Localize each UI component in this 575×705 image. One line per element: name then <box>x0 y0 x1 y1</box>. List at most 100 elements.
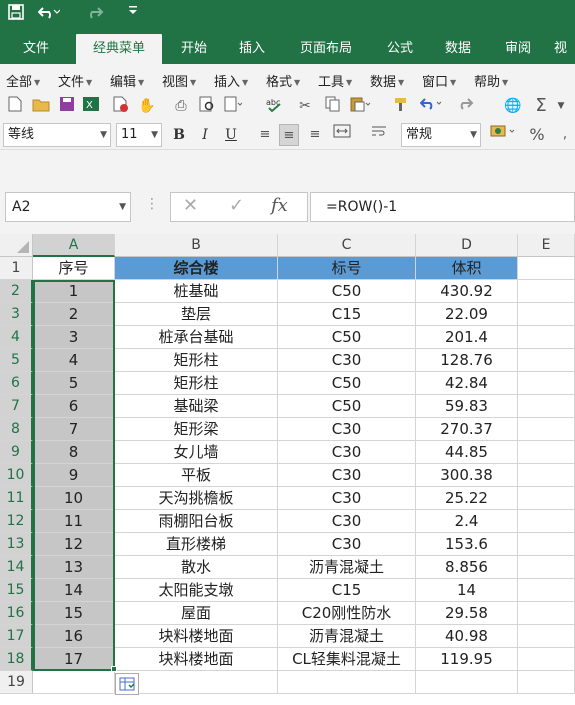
table-cell[interactable]: 4 <box>33 349 115 372</box>
menu-insert[interactable]: 插入 ▼ <box>214 71 248 90</box>
row-header[interactable]: 5 <box>0 349 33 372</box>
empty-cell[interactable] <box>518 441 575 464</box>
spell-check-icon[interactable]: abc <box>266 96 284 116</box>
table-cell[interactable]: 9 <box>33 464 115 487</box>
row-header[interactable]: 9 <box>0 441 33 464</box>
empty-cell[interactable] <box>518 533 575 556</box>
paste-icon[interactable] <box>350 96 371 116</box>
menu-file[interactable]: 文件 ▼ <box>58 71 92 90</box>
table-cell[interactable]: 14 <box>416 579 518 602</box>
tab-file[interactable]: 文件 <box>8 34 64 64</box>
table-cell[interactable]: 6 <box>33 395 115 418</box>
menu-window[interactable]: 窗口 ▼ <box>422 71 456 90</box>
table-cell[interactable]: C30 <box>278 349 416 372</box>
table-cell[interactable]: 基础梁 <box>115 395 278 418</box>
menu-tools[interactable]: 工具 ▼ <box>318 71 352 90</box>
underline-button[interactable]: U <box>220 124 242 146</box>
menu-all[interactable]: 全部 ▼ <box>6 71 40 90</box>
row-header[interactable]: 6 <box>0 372 33 395</box>
redo-icon[interactable] <box>84 0 108 24</box>
print-preview-icon[interactable] <box>198 96 216 116</box>
row-header[interactable]: 19 <box>0 671 33 694</box>
tab-formulas[interactable]: 公式 <box>376 34 424 64</box>
touch-mode-icon[interactable]: ✋ <box>138 96 156 116</box>
table-cell[interactable]: C20刚性防水 <box>278 602 416 625</box>
tab-data[interactable]: 数据 <box>434 34 482 64</box>
row-header[interactable]: 10 <box>0 464 33 487</box>
table-cell[interactable]: 平板 <box>115 464 278 487</box>
table-cell[interactable]: C30 <box>278 441 416 464</box>
empty-cell[interactable] <box>518 395 575 418</box>
empty-cell[interactable] <box>518 257 575 280</box>
table-cell[interactable]: 22.09 <box>416 303 518 326</box>
currency-format-icon[interactable] <box>488 124 522 146</box>
page-setup-icon[interactable] <box>224 96 243 116</box>
italic-button[interactable]: I <box>194 124 216 146</box>
row-header[interactable]: 3 <box>0 303 33 326</box>
empty-cell[interactable] <box>518 372 575 395</box>
paste-options-icon[interactable] <box>115 673 139 695</box>
row-header[interactable]: 7 <box>0 395 33 418</box>
table-cell[interactable]: 3 <box>33 326 115 349</box>
hyperlink-icon[interactable]: 🌐 <box>504 96 522 116</box>
chevron-down-icon[interactable]: ▼ <box>552 96 570 116</box>
table-cell[interactable]: 16 <box>33 625 115 648</box>
row-header[interactable]: 12 <box>0 510 33 533</box>
tab-view[interactable]: 视 <box>554 34 575 64</box>
empty-cell[interactable] <box>518 349 575 372</box>
table-cell[interactable]: 119.95 <box>416 648 518 671</box>
table-cell[interactable]: 29.58 <box>416 602 518 625</box>
menu-data[interactable]: 数据 ▼ <box>370 71 404 90</box>
undo-icon[interactable] <box>37 0 61 24</box>
table-cell[interactable]: 8 <box>33 441 115 464</box>
table-cell[interactable]: 10 <box>33 487 115 510</box>
print-icon[interactable]: ⎙ <box>172 96 190 116</box>
permission-icon[interactable] <box>112 96 130 116</box>
column-header-e[interactable]: E <box>518 234 575 257</box>
table-cell[interactable]: 矩形柱 <box>115 372 278 395</box>
table-cell[interactable]: C50 <box>278 372 416 395</box>
merge-center-icon[interactable] <box>332 124 352 146</box>
row-header[interactable]: 14 <box>0 556 33 579</box>
table-cell[interactable]: C30 <box>278 533 416 556</box>
table-header-cell[interactable]: 标号 <box>278 257 416 280</box>
table-cell[interactable]: 40.98 <box>416 625 518 648</box>
table-cell[interactable]: 沥青混凝土 <box>278 556 416 579</box>
number-format-select[interactable]: 常规 ▼ <box>401 123 481 147</box>
row-header[interactable]: 1 <box>0 257 33 280</box>
name-box[interactable]: A2 ▼ <box>5 192 131 222</box>
table-cell[interactable]: 5 <box>33 372 115 395</box>
table-cell[interactable]: 雨棚阳台板 <box>115 510 278 533</box>
empty-cell[interactable] <box>518 579 575 602</box>
select-all-button[interactable] <box>0 234 33 257</box>
table-cell[interactable]: 17 <box>33 648 115 671</box>
table-cell[interactable]: 2 <box>33 303 115 326</box>
table-cell[interactable]: 153.6 <box>416 533 518 556</box>
table-cell[interactable]: 太阳能支墩 <box>115 579 278 602</box>
empty-cell[interactable] <box>115 671 278 694</box>
empty-cell[interactable] <box>518 280 575 303</box>
save-icon[interactable] <box>8 0 24 24</box>
table-cell[interactable]: C50 <box>278 280 416 303</box>
row-header[interactable]: 4 <box>0 326 33 349</box>
empty-cell[interactable] <box>518 418 575 441</box>
format-painter-icon[interactable] <box>392 96 410 116</box>
table-header-cell[interactable]: 序号 <box>33 257 115 280</box>
table-cell[interactable]: 散水 <box>115 556 278 579</box>
font-name-select[interactable]: 等线 ▼ <box>3 123 111 147</box>
column-header-a[interactable]: A <box>33 234 115 257</box>
customize-qat-icon[interactable] <box>128 0 138 24</box>
table-cell[interactable]: C30 <box>278 464 416 487</box>
row-header[interactable]: 2 <box>0 280 33 303</box>
table-cell[interactable]: 块料楼地面 <box>115 625 278 648</box>
column-header-c[interactable]: C <box>278 234 416 257</box>
row-header[interactable]: 17 <box>0 625 33 648</box>
column-header-b[interactable]: B <box>115 234 278 257</box>
tab-insert[interactable]: 插入 <box>226 34 278 64</box>
row-header[interactable]: 11 <box>0 487 33 510</box>
percent-button[interactable]: % <box>527 124 547 146</box>
table-cell[interactable]: 屋面 <box>115 602 278 625</box>
table-cell[interactable]: 垫层 <box>115 303 278 326</box>
column-header-d[interactable]: D <box>416 234 518 257</box>
new-file-icon[interactable] <box>6 96 24 116</box>
